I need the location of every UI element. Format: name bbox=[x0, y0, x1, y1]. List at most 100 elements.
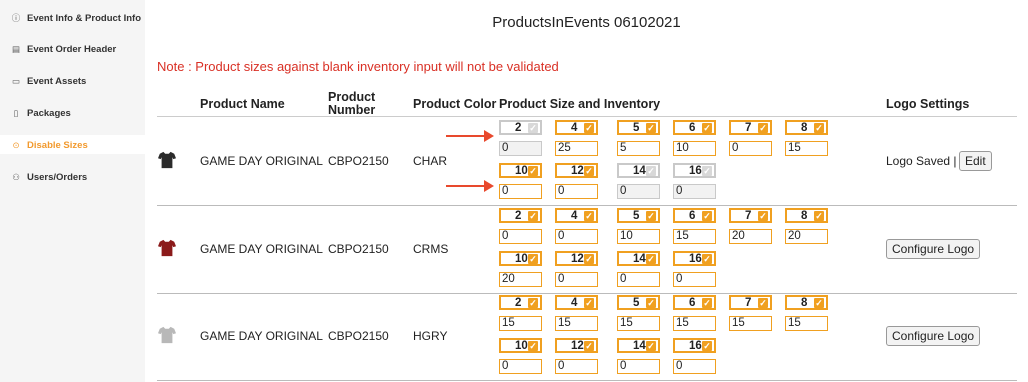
sidebar-item-label: Event Order Header bbox=[27, 44, 117, 55]
size-checkbox[interactable]: 5 ✓ bbox=[617, 295, 660, 310]
inventory-input[interactable]: 0 bbox=[729, 141, 772, 156]
size-checkbox[interactable]: 7 ✓ bbox=[729, 295, 772, 310]
inventory-input[interactable]: 0 bbox=[555, 229, 598, 244]
size-label: 5 bbox=[633, 297, 640, 309]
inventory-input[interactable]: 0 bbox=[673, 184, 716, 199]
product-name: GAME DAY ORIGINAL bbox=[200, 329, 323, 343]
size-checkbox[interactable]: 2 ✓ bbox=[499, 120, 542, 135]
inventory-input[interactable]: 15 bbox=[785, 141, 828, 156]
size-label: 10 bbox=[515, 340, 528, 352]
sidebar-item-packages[interactable]: ▯ Packages bbox=[11, 108, 71, 119]
size-checkbox[interactable]: 8 ✓ bbox=[785, 295, 828, 310]
row-divider bbox=[157, 380, 1017, 381]
sidebar-item-users-orders[interactable]: ⚇ Users/Orders bbox=[11, 172, 87, 183]
checkmark-icon: ✓ bbox=[758, 123, 768, 133]
inventory-input[interactable]: 15 bbox=[673, 229, 716, 244]
size-checkbox[interactable]: 4 ✓ bbox=[555, 208, 598, 223]
size-checkbox[interactable]: 6 ✓ bbox=[673, 120, 716, 135]
size-checkbox[interactable]: 14 ✓ bbox=[617, 251, 660, 266]
inventory-input[interactable]: 15 bbox=[673, 316, 716, 331]
checkmark-icon: ✓ bbox=[702, 123, 712, 133]
polo-shirt-icon bbox=[158, 151, 176, 169]
checkmark-icon: ✓ bbox=[584, 341, 594, 351]
size-label: 7 bbox=[745, 210, 752, 222]
inventory-input[interactable]: 0 bbox=[617, 272, 660, 287]
product-number: CBPO2150 bbox=[328, 242, 389, 256]
inventory-input[interactable]: 0 bbox=[617, 184, 660, 199]
inventory-input[interactable]: 10 bbox=[673, 141, 716, 156]
size-checkbox[interactable]: 6 ✓ bbox=[673, 295, 716, 310]
inventory-input[interactable]: 0 bbox=[555, 359, 598, 374]
sidebar-item-event-info[interactable]: ⓘ Event Info & Product Info bbox=[11, 12, 141, 24]
size-label: 6 bbox=[689, 297, 696, 309]
checkmark-icon: ✓ bbox=[528, 298, 538, 308]
header-divider bbox=[157, 116, 1017, 117]
inventory-input[interactable]: 5 bbox=[617, 141, 660, 156]
sidebar: ⓘ Event Info & Product Info ▤ Event Orde… bbox=[0, 0, 145, 382]
inventory-input[interactable]: 0 bbox=[499, 141, 542, 156]
size-checkbox[interactable]: 14 ✓ bbox=[617, 163, 660, 178]
size-checkbox[interactable]: 14 ✓ bbox=[617, 338, 660, 353]
annotation-arrow bbox=[446, 180, 494, 192]
inventory-input[interactable]: 20 bbox=[499, 272, 542, 287]
inventory-input[interactable]: 15 bbox=[729, 316, 772, 331]
sidebar-item-event-assets[interactable]: ▭ Event Assets bbox=[11, 76, 86, 87]
inventory-input[interactable]: 20 bbox=[785, 229, 828, 244]
checkmark-icon: ✓ bbox=[814, 298, 824, 308]
checkmark-icon: ✓ bbox=[584, 298, 594, 308]
configure-logo-button[interactable]: Configure Logo bbox=[886, 239, 981, 259]
inventory-input[interactable]: 0 bbox=[499, 359, 542, 374]
inventory-input[interactable]: 25 bbox=[555, 141, 598, 156]
size-label: 16 bbox=[689, 253, 702, 265]
configure-logo-button[interactable]: Configure Logo bbox=[886, 326, 981, 346]
inventory-input[interactable]: 0 bbox=[499, 229, 542, 244]
sidebar-item-label: Disable Sizes bbox=[27, 140, 88, 151]
checkmark-icon: ✓ bbox=[584, 211, 594, 221]
checkmark-icon: ✓ bbox=[528, 166, 538, 176]
inventory-input[interactable]: 0 bbox=[499, 184, 542, 199]
size-checkbox[interactable]: 12 ✓ bbox=[555, 163, 598, 178]
size-checkbox[interactable]: 4 ✓ bbox=[555, 120, 598, 135]
size-checkbox[interactable]: 10 ✓ bbox=[499, 251, 542, 266]
inventory-input[interactable]: 20 bbox=[729, 229, 772, 244]
sidebar-item-label: Event Info & Product Info bbox=[27, 12, 141, 24]
inventory-input[interactable]: 0 bbox=[555, 184, 598, 199]
inventory-input[interactable]: 15 bbox=[785, 316, 828, 331]
size-label: 4 bbox=[571, 297, 578, 309]
inventory-input[interactable]: 0 bbox=[673, 359, 716, 374]
size-checkbox[interactable]: 5 ✓ bbox=[617, 120, 660, 135]
inventory-input[interactable]: 0 bbox=[673, 272, 716, 287]
size-checkbox[interactable]: 16 ✓ bbox=[673, 251, 716, 266]
size-label: 16 bbox=[689, 340, 702, 352]
checkmark-icon: ✓ bbox=[584, 166, 594, 176]
size-checkbox[interactable]: 12 ✓ bbox=[555, 338, 598, 353]
size-checkbox[interactable]: 16 ✓ bbox=[673, 163, 716, 178]
sidebar-item-event-order-header[interactable]: ▤ Event Order Header bbox=[11, 44, 116, 55]
size-checkbox[interactable]: 10 ✓ bbox=[499, 338, 542, 353]
size-checkbox[interactable]: 7 ✓ bbox=[729, 120, 772, 135]
size-checkbox[interactable]: 2 ✓ bbox=[499, 295, 542, 310]
size-label: 4 bbox=[571, 210, 578, 222]
edit-logo-button[interactable]: Edit bbox=[959, 151, 992, 171]
size-checkbox[interactable]: 5 ✓ bbox=[617, 208, 660, 223]
annotation-arrow bbox=[446, 130, 494, 142]
size-checkbox[interactable]: 2 ✓ bbox=[499, 208, 542, 223]
inventory-input[interactable]: 0 bbox=[617, 359, 660, 374]
size-checkbox[interactable]: 8 ✓ bbox=[785, 120, 828, 135]
size-checkbox[interactable]: 8 ✓ bbox=[785, 208, 828, 223]
inventory-input[interactable]: 0 bbox=[555, 272, 598, 287]
sidebar-item-disable-sizes[interactable]: ⊙ Disable Sizes bbox=[11, 140, 88, 151]
inventory-input[interactable]: 15 bbox=[617, 316, 660, 331]
checkmark-icon: ✓ bbox=[528, 123, 538, 133]
inventory-input[interactable]: 15 bbox=[499, 316, 542, 331]
inventory-input[interactable]: 10 bbox=[617, 229, 660, 244]
size-label: 2 bbox=[515, 122, 522, 134]
size-checkbox[interactable]: 16 ✓ bbox=[673, 338, 716, 353]
size-checkbox[interactable]: 4 ✓ bbox=[555, 295, 598, 310]
inventory-input[interactable]: 15 bbox=[555, 316, 598, 331]
size-checkbox[interactable]: 6 ✓ bbox=[673, 208, 716, 223]
size-checkbox[interactable]: 7 ✓ bbox=[729, 208, 772, 223]
checkmark-icon: ✓ bbox=[528, 341, 538, 351]
size-checkbox[interactable]: 10 ✓ bbox=[499, 163, 542, 178]
size-checkbox[interactable]: 12 ✓ bbox=[555, 251, 598, 266]
